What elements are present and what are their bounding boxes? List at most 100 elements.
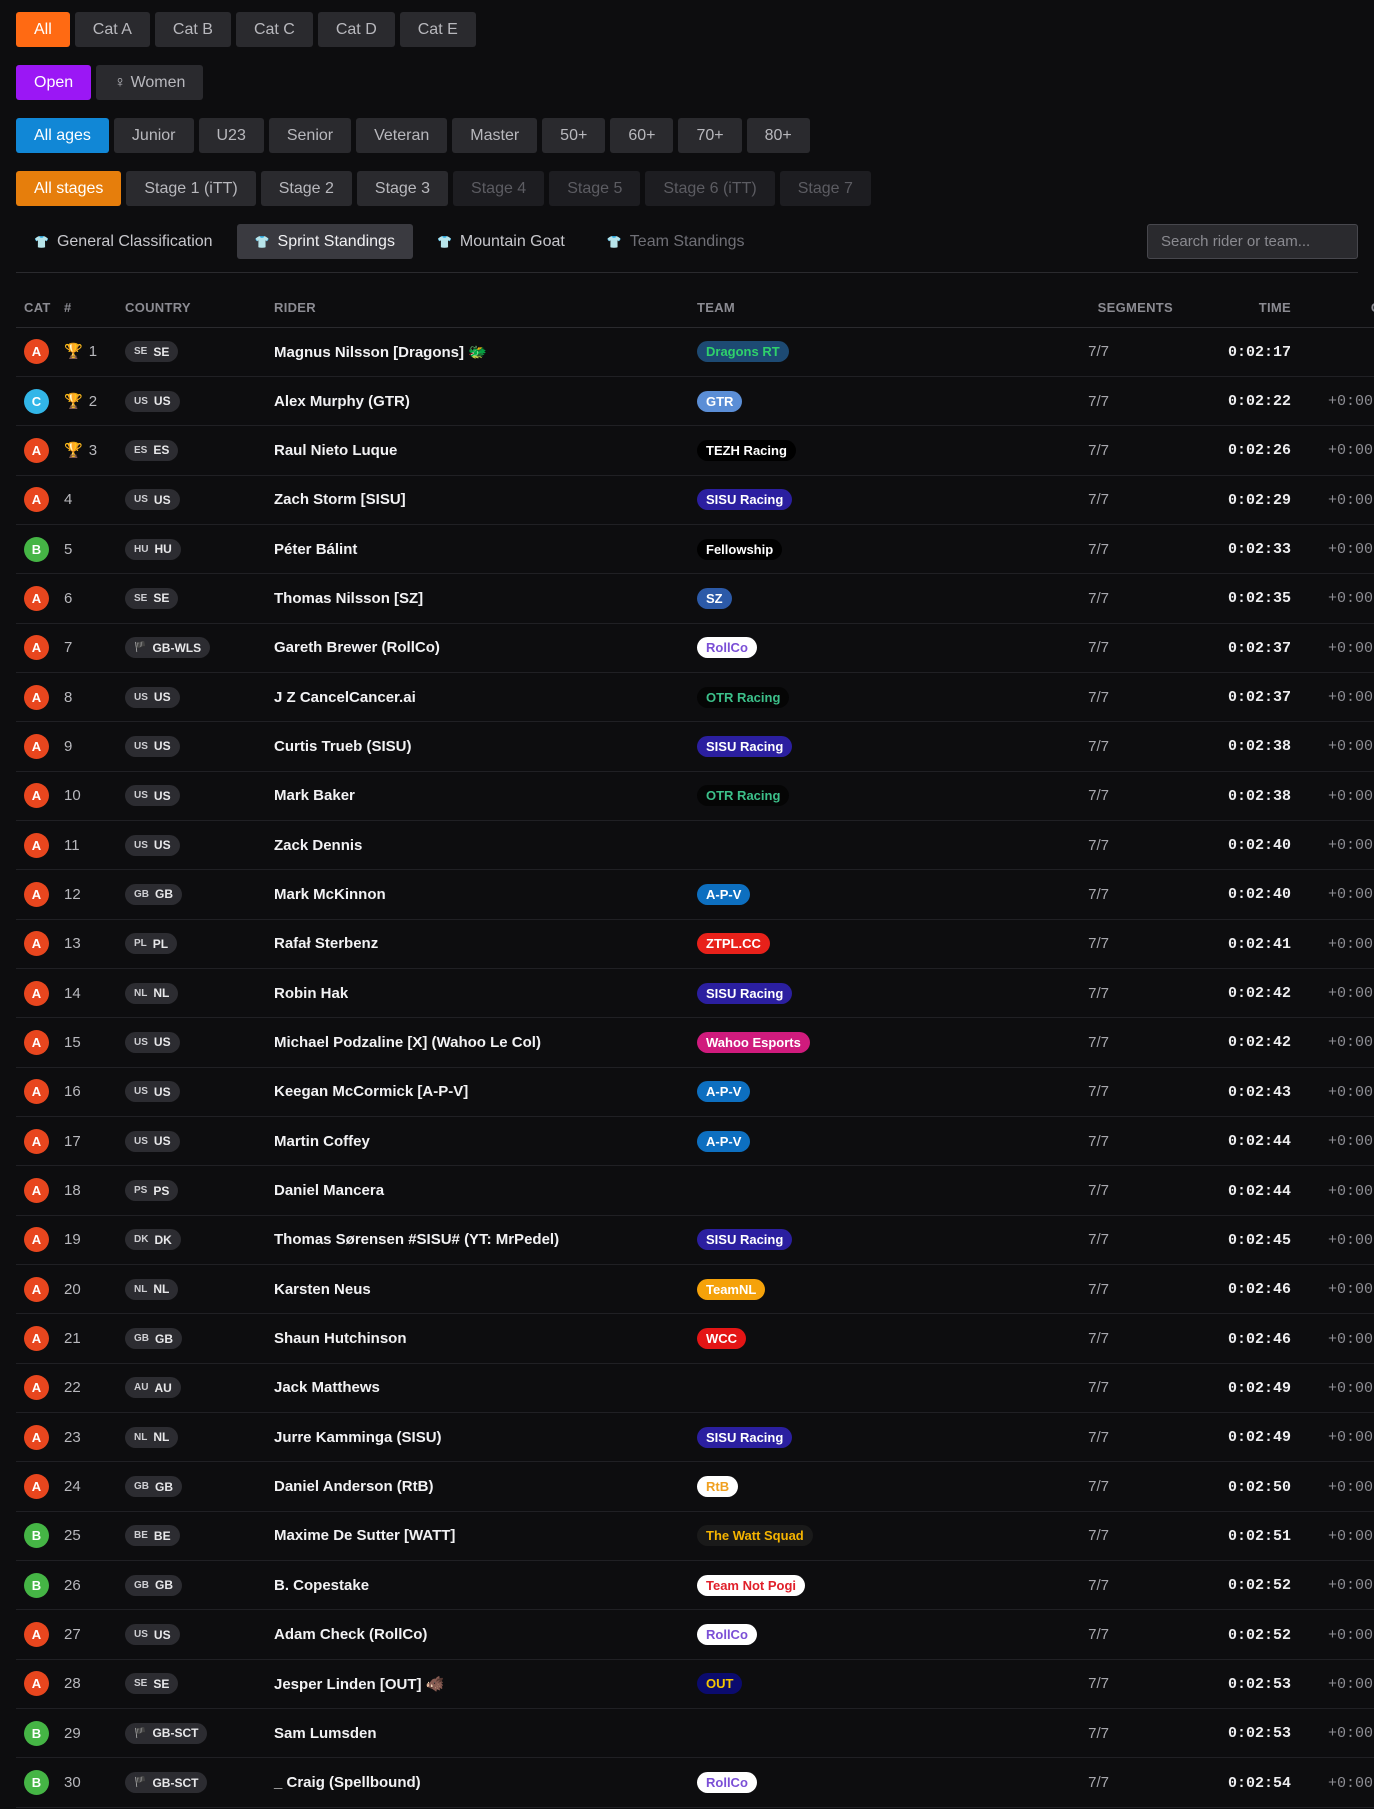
team-badge[interactable]: Fellowship [697,538,783,560]
table-row[interactable]: B 29 🏴 GB-SCT Sam Lumsden 7/7 0:02:53 +0:00:35 [16,1708,1374,1759]
team-badge[interactable]: A-P-V [697,883,751,905]
rider-name[interactable]: Keegan McCormick [A-P-V] [274,1083,468,1100]
col-header-pos[interactable]: # [64,289,125,328]
rider-name[interactable]: Adam Check (RollCo) [274,1626,427,1643]
team-badge[interactable]: SISU Racing [697,735,793,757]
team-badge[interactable]: SISU Racing [697,1426,793,1448]
team-badge[interactable]: A-P-V [697,1081,751,1103]
filter-ages-70-button[interactable]: 70+ [678,118,742,153]
tab-sprint-standings[interactable]: 👕 Sprint Standings [236,224,413,259]
filter-stages-stage-5-button[interactable]: Stage 5 [549,171,641,206]
table-row[interactable]: A 27 US US Adam Check (RollCo) RollCo 7/7 0:02:… [16,1609,1374,1660]
tab-general-classification[interactable]: 👕 General Classification [16,224,231,259]
rider-name[interactable]: Curtis Trueb (SISU) [274,738,412,755]
table-row[interactable]: A 6 SE SE Thomas Nilsson [SZ] SZ 7/7 0:02:35 +0:… [16,573,1374,624]
rider-name[interactable]: J Z CancelCancer.ai [274,689,416,706]
table-row[interactable]: A 23 NL NL Jurre Kamminga (SISU) SISU Racing 7… [16,1412,1374,1463]
table-row[interactable]: A 🏆 3 ES ES Raul Nieto Luque TEZH Racing 7/7 0:0… [16,425,1374,476]
search-input[interactable] [1147,224,1358,259]
rider-name[interactable]: Daniel Mancera [274,1182,384,1199]
rider-name[interactable]: Alex Murphy (GTR) [274,393,410,410]
rider-name[interactable]: B. Copestake [274,1577,369,1594]
filter-categories-cat-b-button[interactable]: Cat B [154,12,231,47]
col-header-rider[interactable]: RIDER [274,289,697,328]
table-row[interactable]: A 24 GB GB Daniel Anderson (RtB) RtB 7/7 0:02:5… [16,1461,1374,1512]
rider-name[interactable]: Martin Coffey [274,1133,370,1150]
team-badge[interactable]: WCC [697,1328,747,1350]
col-header-country[interactable]: COUNTRY [125,289,274,328]
col-header-time[interactable]: TIME [1173,289,1291,328]
table-row[interactable]: B 5 HU HU Péter Bálint Fellowship 7/7 0:02:33 +0… [16,524,1374,575]
team-badge[interactable]: RollCo [697,1624,757,1646]
filter-categories-cat-a-button[interactable]: Cat A [74,12,150,47]
rider-name[interactable]: Maxime De Sutter [WATT] [274,1527,455,1544]
filter-categories-cat-e-button[interactable]: Cat E [399,12,476,47]
rider-name[interactable]: Jurre Kamminga (SISU) [274,1429,442,1446]
rider-name[interactable]: _ Craig (Spellbound) [274,1774,421,1791]
filter-genders-women-button[interactable]: ♀ Women [96,65,204,100]
filter-ages-junior-button[interactable]: Junior [113,118,194,153]
table-row[interactable]: A 11 US US Zack Dennis 7/7 0:02:40 +0:00:22 [16,820,1374,871]
table-row[interactable]: A 🏆 1 SE SE Magnus Nilsson [Dragons] 🐲 Dragons… [16,327,1374,377]
filter-ages-master-button[interactable]: Master [452,118,538,153]
table-row[interactable]: A 28 SE SE Jesper Linden [OUT] 🐗 OUT 7/7 0:02:5… [16,1659,1374,1710]
table-row[interactable]: A 17 US US Martin Coffey A-P-V 7/7 0:02:44 +0:00… [16,1116,1374,1167]
rider-name[interactable]: Jesper Linden [OUT] 🐗 [274,1676,444,1693]
filter-ages-50-button[interactable]: 50+ [542,118,606,153]
table-row[interactable]: C 🏆 2 US US Alex Murphy (GTR) GTR 7/7 0:02:22 +0:… [16,376,1374,427]
filter-stages-stage-7-button[interactable]: Stage 7 [779,171,871,206]
team-badge[interactable]: OTR Racing [697,686,790,708]
team-badge[interactable]: RollCo [697,637,757,659]
filter-stages-all-stages-button[interactable]: All stages [16,171,122,206]
table-row[interactable]: B 25 BE BE Maxime De Sutter [WATT] The Watt S… [16,1511,1374,1562]
team-badge[interactable]: SISU Racing [697,489,793,511]
rider-name[interactable]: Jack Matthews [274,1379,380,1396]
filter-ages-60-button[interactable]: 60+ [610,118,674,153]
rider-name[interactable]: Péter Bálint [274,541,357,558]
table-row[interactable]: B 30 🏴 GB-SCT _ Craig (Spellbound) RollCo 7/7 0… [16,1757,1374,1808]
table-row[interactable]: A 10 US US Mark Baker OTR Racing 7/7 0:02:38 +0:… [16,771,1374,821]
filter-stages-stage-2-button[interactable]: Stage 2 [260,171,352,206]
tab-team-standings[interactable]: 👕 Team Standings [589,224,763,259]
filter-stages-stage-4-button[interactable]: Stage 4 [453,171,545,206]
col-header-team[interactable]: TEAM [697,289,997,328]
col-header-segments[interactable]: SEGMENTS [997,289,1173,328]
rider-name[interactable]: Sam Lumsden [274,1725,377,1742]
filter-ages-veteran-button[interactable]: Veteran [356,118,448,153]
team-badge[interactable]: TEZH Racing [697,439,796,461]
filter-ages-all-ages-button[interactable]: All ages [16,118,109,153]
rider-name[interactable]: Robin Hak [274,985,348,1002]
table-row[interactable]: A 7 🏴 GB-WLS Gareth Brewer (RollCo) RollCo 7/7… [16,623,1374,673]
table-row[interactable]: A 21 GB GB Shaun Hutchinson WCC 7/7 0:02:46 +0:0… [16,1313,1374,1364]
table-row[interactable]: A 22 AU AU Jack Matthews 7/7 0:02:49 +0:00:31 [16,1363,1374,1414]
rider-name[interactable]: Raul Nieto Luque [274,442,397,459]
table-row[interactable]: A 9 US US Curtis Trueb (SISU) SISU Racing 7/7 0… [16,721,1374,772]
table-row[interactable]: A 12 GB GB Mark McKinnon A-P-V 7/7 0:02:40 +0:00… [16,869,1374,920]
filter-categories-all-button[interactable]: All [16,12,70,47]
rider-name[interactable]: Thomas Nilsson [SZ] [274,590,423,607]
team-badge[interactable]: SZ [697,587,732,609]
table-row[interactable]: A 19 DK DK Thomas Sørensen #SISU# (YT: MrPed… [16,1215,1374,1266]
team-badge[interactable]: Team Not Pogi [697,1574,806,1596]
rider-name[interactable]: Daniel Anderson (RtB) [274,1478,433,1495]
rider-name[interactable]: Shaun Hutchinson [274,1330,407,1347]
table-row[interactable]: A 14 NL NL Robin Hak SISU Racing 7/7 0:02:42 +0:… [16,968,1374,1019]
team-badge[interactable]: Dragons RT [697,341,789,363]
filter-categories-cat-d-button[interactable]: Cat D [317,12,395,47]
filter-ages-u23-button[interactable]: U23 [198,118,264,153]
rider-name[interactable]: Mark Baker [274,787,355,804]
rider-name[interactable]: Michael Podzaline [X] (Wahoo Le Col) [274,1034,541,1051]
rider-name[interactable]: Rafał Sterbenz [274,935,378,952]
table-row[interactable]: A 15 US US Michael Podzaline [X] (Wahoo Le C… [16,1017,1374,1068]
rider-name[interactable]: Karsten Neus [274,1281,371,1298]
filter-stages-stage-6-itt-button[interactable]: Stage 6 (iTT) [645,171,775,206]
table-row[interactable]: A 16 US US Keegan McCormick [A-P-V] A-P-V 7/7 0… [16,1067,1374,1118]
table-row[interactable]: A 20 NL NL Karsten Neus TeamNL 7/7 0:02:46 +0:00… [16,1264,1374,1315]
team-badge[interactable]: A-P-V [697,1130,751,1152]
team-badge[interactable]: SISU Racing [697,1229,793,1251]
team-badge[interactable]: RollCo [697,1772,757,1794]
table-row[interactable]: A 18 PS PS Daniel Mancera 7/7 0:02:44 +0:00:26 [16,1165,1374,1216]
team-badge[interactable]: RtB [697,1476,739,1498]
team-badge[interactable]: OUT [697,1673,743,1695]
team-badge[interactable]: The Watt Squad [697,1525,813,1547]
